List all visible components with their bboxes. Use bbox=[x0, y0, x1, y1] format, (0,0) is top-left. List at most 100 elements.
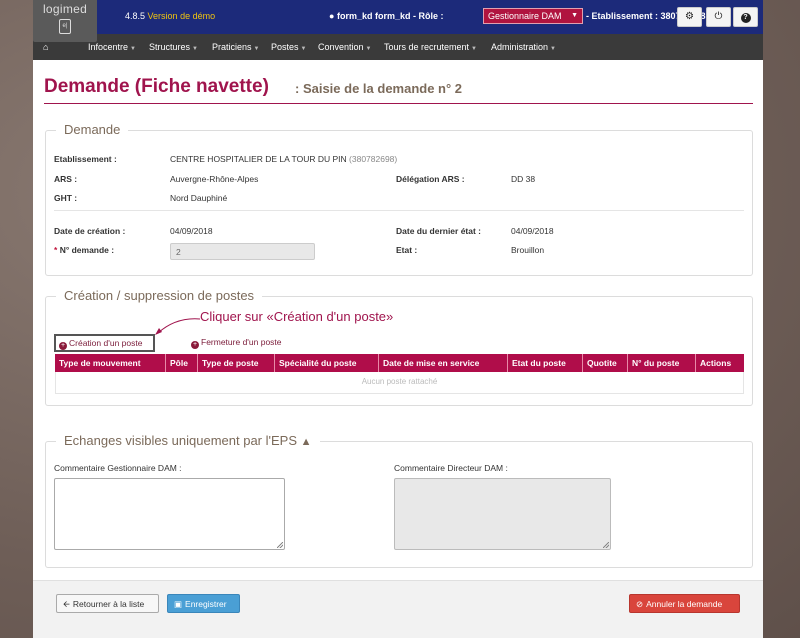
etablissement-value: CENTRE HOSPITALIER DE LA TOUR DU PIN (38… bbox=[170, 154, 397, 164]
etablissement-label: Etablissement : bbox=[54, 154, 117, 164]
postes-section: Création / suppression de postes Cliquer… bbox=[45, 288, 753, 406]
form-footer: 🡨 Retourner à la liste ▣ Enregistrer ⊘ Annu… bbox=[33, 580, 763, 638]
cancel-label: Annuler la demande bbox=[646, 599, 723, 609]
ars-label: ARS : bbox=[54, 174, 78, 184]
plus-circle-icon: + bbox=[191, 341, 199, 349]
nav-label: Administration bbox=[491, 42, 549, 52]
ght-label: GHT : bbox=[54, 193, 78, 203]
section-legend-text: Echanges visibles uniquement par l'EPS bbox=[64, 433, 298, 448]
version-info: 4.8.5 Version de démo bbox=[125, 11, 215, 21]
section-legend[interactable]: Echanges visibles uniquement par l'EPS ▲ bbox=[56, 433, 320, 448]
page-title: Demande (Fiche navette) bbox=[44, 76, 269, 97]
back-to-list-button[interactable]: 🡨 Retourner à la liste bbox=[56, 594, 159, 613]
user-name: form_kd form_kd - Rôle : bbox=[336, 11, 444, 21]
help-icon: ? bbox=[740, 13, 751, 23]
version-number: 4.8.5 bbox=[125, 11, 146, 21]
comment-directeur-textarea bbox=[394, 478, 611, 550]
save-label: Enregistrer bbox=[185, 599, 227, 609]
title-divider bbox=[44, 103, 753, 104]
resize-grip-icon[interactable] bbox=[277, 542, 283, 548]
nav-item-infocentre[interactable]: Infocentre ▼ bbox=[88, 42, 136, 52]
logout-button[interactable]: ⏻ bbox=[706, 7, 731, 27]
column-header[interactable]: Quotite bbox=[583, 354, 628, 372]
annotation-text: Cliquer sur «Création d'un poste» bbox=[200, 309, 394, 324]
caret-down-icon: ▼ bbox=[300, 46, 307, 52]
user-icon: ● bbox=[329, 11, 335, 21]
nav-item-convention[interactable]: Convention ▼ bbox=[318, 42, 372, 52]
comment-gestionnaire-textarea[interactable] bbox=[54, 478, 285, 550]
caret-down-icon: ▼ bbox=[130, 46, 136, 52]
user-info: ● form_kd form_kd - Rôle : bbox=[329, 11, 443, 21]
create-poste-button[interactable]: + Création d'un poste bbox=[54, 334, 155, 352]
settings-button[interactable]: ⚙ bbox=[677, 7, 702, 27]
postes-table-header: Type de mouvement Pôle Type de poste Spé… bbox=[55, 354, 744, 372]
demande-section: Demande Etablissement : CENTRE HOSPITALI… bbox=[45, 122, 753, 276]
nav-item-administration[interactable]: Administration ▼ bbox=[491, 42, 556, 52]
resize-grip-icon bbox=[603, 542, 609, 548]
comment-gestionnaire-label: Commentaire Gestionnaire DAM : bbox=[54, 463, 182, 473]
divider bbox=[54, 210, 744, 211]
comment-directeur-label: Commentaire Directeur DAM : bbox=[394, 463, 508, 473]
caret-down-icon: ▼ bbox=[550, 46, 556, 52]
cancel-demande-button[interactable]: ⊘ Annuler la demande bbox=[629, 594, 740, 613]
column-header[interactable]: Spécialité du poste bbox=[275, 354, 379, 372]
column-header[interactable]: Date de mise en service bbox=[379, 354, 508, 372]
logo[interactable]: logimed e| bbox=[33, 0, 97, 42]
nav-label: Praticiens bbox=[212, 42, 252, 52]
etab-name: CENTRE HOSPITALIER DE LA TOUR DU PIN bbox=[170, 154, 347, 164]
delegation-value: DD 38 bbox=[511, 174, 536, 184]
section-legend: Demande bbox=[56, 122, 129, 137]
logo-icon: e| bbox=[59, 19, 71, 34]
home-icon[interactable]: ⌂ bbox=[43, 42, 48, 52]
column-header[interactable]: Actions bbox=[696, 354, 744, 372]
etat-value: Brouillon bbox=[511, 245, 545, 255]
etab-code: (380782698) bbox=[349, 154, 398, 164]
role-value: Gestionnaire DAM bbox=[488, 11, 562, 21]
arrow-left-icon: 🡨 bbox=[63, 599, 70, 609]
ban-icon: ⊘ bbox=[636, 599, 644, 609]
floppy-disk-icon: ▣ bbox=[174, 599, 183, 609]
logo-text: logimed bbox=[42, 2, 88, 16]
nav-item-postes[interactable]: Postes ▼ bbox=[271, 42, 306, 52]
column-header[interactable]: Type de mouvement bbox=[55, 354, 166, 372]
nav-item-praticiens[interactable]: Praticiens ▼ bbox=[212, 42, 259, 52]
demande-number-label: * N° demande : bbox=[54, 245, 114, 255]
creation-date-label: Date de création : bbox=[54, 226, 126, 236]
caret-down-icon: ▼ bbox=[253, 46, 260, 52]
top-header: logimed e| 4.8.5 Version de démo ● form_… bbox=[33, 0, 763, 42]
chevron-up-icon[interactable]: ▲ bbox=[301, 436, 312, 448]
demande-number-label-text: N° demande : bbox=[59, 245, 115, 255]
back-label: Retourner à la liste bbox=[72, 599, 145, 609]
required-marker: * bbox=[54, 245, 58, 255]
nav-label: Convention bbox=[318, 42, 364, 52]
ght-value: Nord Dauphiné bbox=[170, 193, 228, 203]
nav-label: Tours de recrutement bbox=[384, 42, 470, 52]
creation-date-value: 04/09/2018 bbox=[170, 226, 213, 236]
main-navbar: ⌂ Infocentre ▼ Structures ▼ Praticiens ▼ Po… bbox=[33, 34, 763, 60]
column-header[interactable]: Etat du poste bbox=[508, 354, 583, 372]
main-content: Demande (Fiche navette) : Saisie de la d… bbox=[33, 60, 763, 638]
help-button[interactable]: ? bbox=[733, 7, 758, 27]
caret-down-icon: ▼ bbox=[471, 46, 477, 52]
delegation-label: Délégation ARS : bbox=[396, 174, 465, 184]
gear-icon: ⚙ bbox=[685, 11, 694, 22]
close-poste-button[interactable]: + Fermeture d'un poste bbox=[191, 337, 282, 349]
column-header[interactable]: Pôle bbox=[166, 354, 198, 372]
create-poste-label: Création d'un poste bbox=[69, 338, 143, 348]
column-header[interactable]: Type de poste bbox=[198, 354, 275, 372]
nav-label: Postes bbox=[271, 42, 299, 52]
etat-label: Etat : bbox=[396, 245, 418, 255]
demande-number-field[interactable]: 2 bbox=[170, 243, 315, 260]
version-tag: Version de démo bbox=[147, 11, 216, 21]
page-subtitle: : Saisie de la demande n° 2 bbox=[295, 81, 463, 96]
nav-label: Structures bbox=[149, 42, 191, 52]
power-icon: ⏻ bbox=[714, 11, 723, 22]
section-legend: Création / suppression de postes bbox=[56, 288, 263, 303]
column-header[interactable]: N° du poste bbox=[628, 354, 696, 372]
save-button[interactable]: ▣ Enregistrer bbox=[167, 594, 240, 613]
role-select[interactable]: Gestionnaire DAM ▼ bbox=[483, 8, 583, 24]
last-state-date-value: 04/09/2018 bbox=[511, 226, 554, 236]
nav-item-tours[interactable]: Tours de recrutement ▼ bbox=[384, 42, 477, 52]
nav-item-structures[interactable]: Structures ▼ bbox=[149, 42, 198, 52]
caret-down-icon: ▼ bbox=[192, 46, 198, 52]
